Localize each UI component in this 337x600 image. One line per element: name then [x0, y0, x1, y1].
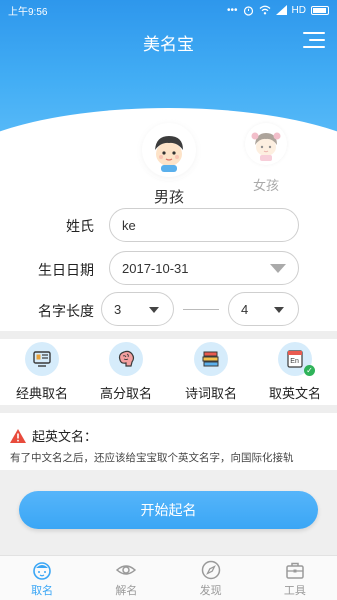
girl-label[interactable]: 女孩 [248, 175, 284, 194]
girl-face-icon [251, 132, 281, 161]
compass-icon [201, 560, 220, 580]
start-naming-button[interactable]: 开始起名 [19, 491, 318, 529]
feature-poetry-name[interactable]: 诗词取名 [169, 342, 253, 402]
tab-label: 发现 [199, 585, 222, 597]
boy-avatar[interactable] [142, 123, 196, 177]
tip-text: 有了中文名之后，还应该给宝宝取个英文名字，向国际化接轨 [10, 452, 294, 464]
tab-label: 取名 [31, 585, 54, 597]
status-time: 上午9:56 [8, 6, 48, 18]
tab-discover[interactable]: 发现 [169, 556, 253, 600]
divider [0, 331, 337, 339]
girl-avatar[interactable] [245, 123, 287, 165]
chevron-down-icon [149, 307, 159, 313]
feature-label: 高分取名 [99, 386, 152, 401]
status-bar: 上午9:56 ••• HD [0, 0, 337, 20]
tab-tools[interactable]: 工具 [253, 556, 337, 600]
tab-naming[interactable]: 取名 [0, 556, 84, 600]
books-icon [194, 342, 228, 376]
surname-label: 姓氏 [66, 218, 94, 234]
status-icons: ••• HD [227, 5, 329, 16]
check-icon: ✓ [304, 365, 315, 376]
chevron-down-icon [270, 264, 286, 273]
divider [0, 405, 337, 413]
bottom-tab-bar: 取名 解名 发现 工具 [0, 555, 337, 600]
boy-face-icon [155, 136, 183, 172]
feature-label: 诗词取名 [184, 386, 237, 401]
english-name-icon: En ✓ [278, 342, 315, 376]
length-max-select[interactable]: 4 [228, 292, 299, 326]
svg-text:En: En [290, 358, 299, 365]
surname-input[interactable]: ke [109, 208, 299, 242]
feature-english-name[interactable]: En ✓ 取英文名 [253, 342, 337, 402]
name-length-label: 名字长度 [38, 303, 94, 319]
app-title: 美名宝 [143, 35, 194, 54]
feature-high-score-name[interactable]: 高分取名 [84, 342, 168, 402]
length-min-select[interactable]: 3 [101, 292, 174, 326]
signal-icon [275, 5, 287, 15]
range-dash [183, 309, 219, 310]
warning-icon [10, 428, 26, 443]
eye-icon [116, 565, 137, 575]
more-dots-icon: ••• [227, 4, 238, 16]
baby-face-icon [33, 562, 51, 580]
network-label: HD [291, 4, 306, 16]
surname-value: ke [122, 217, 136, 233]
tab-interpret[interactable]: 解名 [84, 556, 168, 600]
battery-icon [311, 5, 329, 15]
birthday-label: 生日日期 [38, 262, 94, 278]
brain-icon [109, 342, 143, 376]
toolbox-icon [286, 562, 304, 579]
classic-name-icon [25, 342, 59, 376]
feature-label: 取英文名 [268, 386, 321, 401]
feature-label: 经典取名 [15, 386, 68, 401]
birthday-picker[interactable]: 2017-10-31 [109, 251, 299, 285]
tab-label: 解名 [115, 585, 138, 597]
birthday-value: 2017-10-31 [122, 260, 189, 276]
length-min-value: 3 [114, 301, 122, 317]
chevron-down-icon [274, 307, 284, 313]
boy-label[interactable]: 男孩 [148, 186, 190, 207]
tip-title-text: 起英文名： [32, 429, 98, 444]
wifi-icon [259, 5, 270, 15]
length-max-value: 4 [241, 301, 249, 317]
tip-title: 起英文名： [10, 426, 97, 445]
feature-classic-name[interactable]: 经典取名 [0, 342, 84, 402]
tab-label: 工具 [283, 585, 306, 597]
menu-icon[interactable] [303, 30, 325, 50]
alarm-icon [243, 5, 253, 16]
